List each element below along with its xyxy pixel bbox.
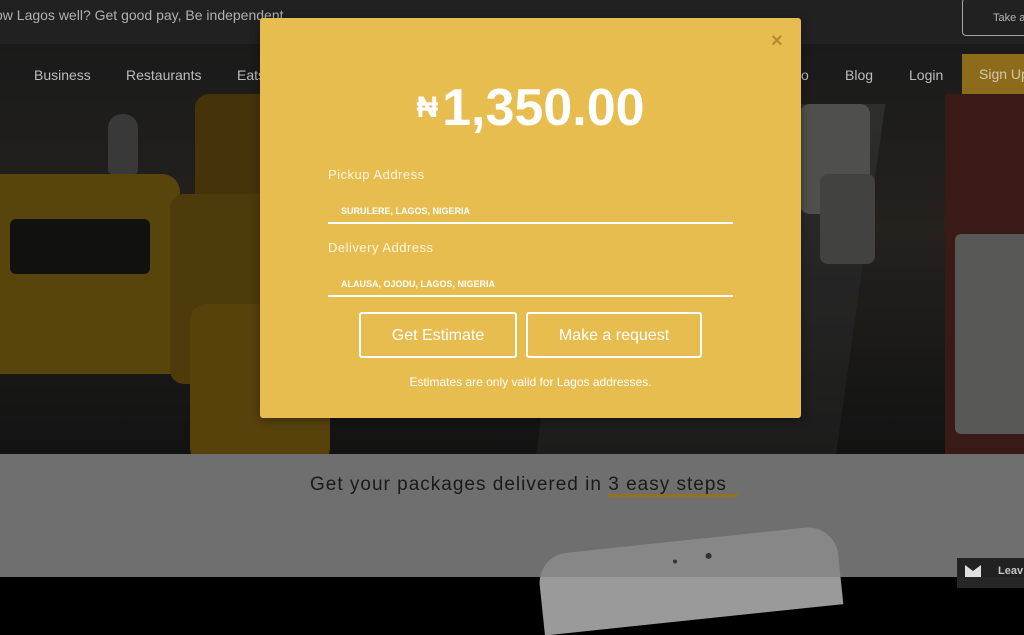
price-display: ₦1,350.00 xyxy=(260,78,801,138)
estimate-modal: × ₦1,350.00 Pickup Address Delivery Addr… xyxy=(260,18,801,418)
pickup-label: Pickup Address xyxy=(328,167,425,182)
pickup-address-input[interactable] xyxy=(328,200,733,224)
estimate-note: Estimates are only valid for Lagos addre… xyxy=(409,375,652,389)
delivery-label: Delivery Address xyxy=(328,240,434,255)
price-value: 1,350.00 xyxy=(442,79,645,137)
delivery-address-input[interactable] xyxy=(328,273,733,297)
get-estimate-button[interactable]: Get Estimate xyxy=(359,312,517,358)
make-request-button[interactable]: Make a request xyxy=(526,312,702,358)
close-icon[interactable]: × xyxy=(771,30,783,53)
naira-symbol: ₦ xyxy=(416,91,439,124)
